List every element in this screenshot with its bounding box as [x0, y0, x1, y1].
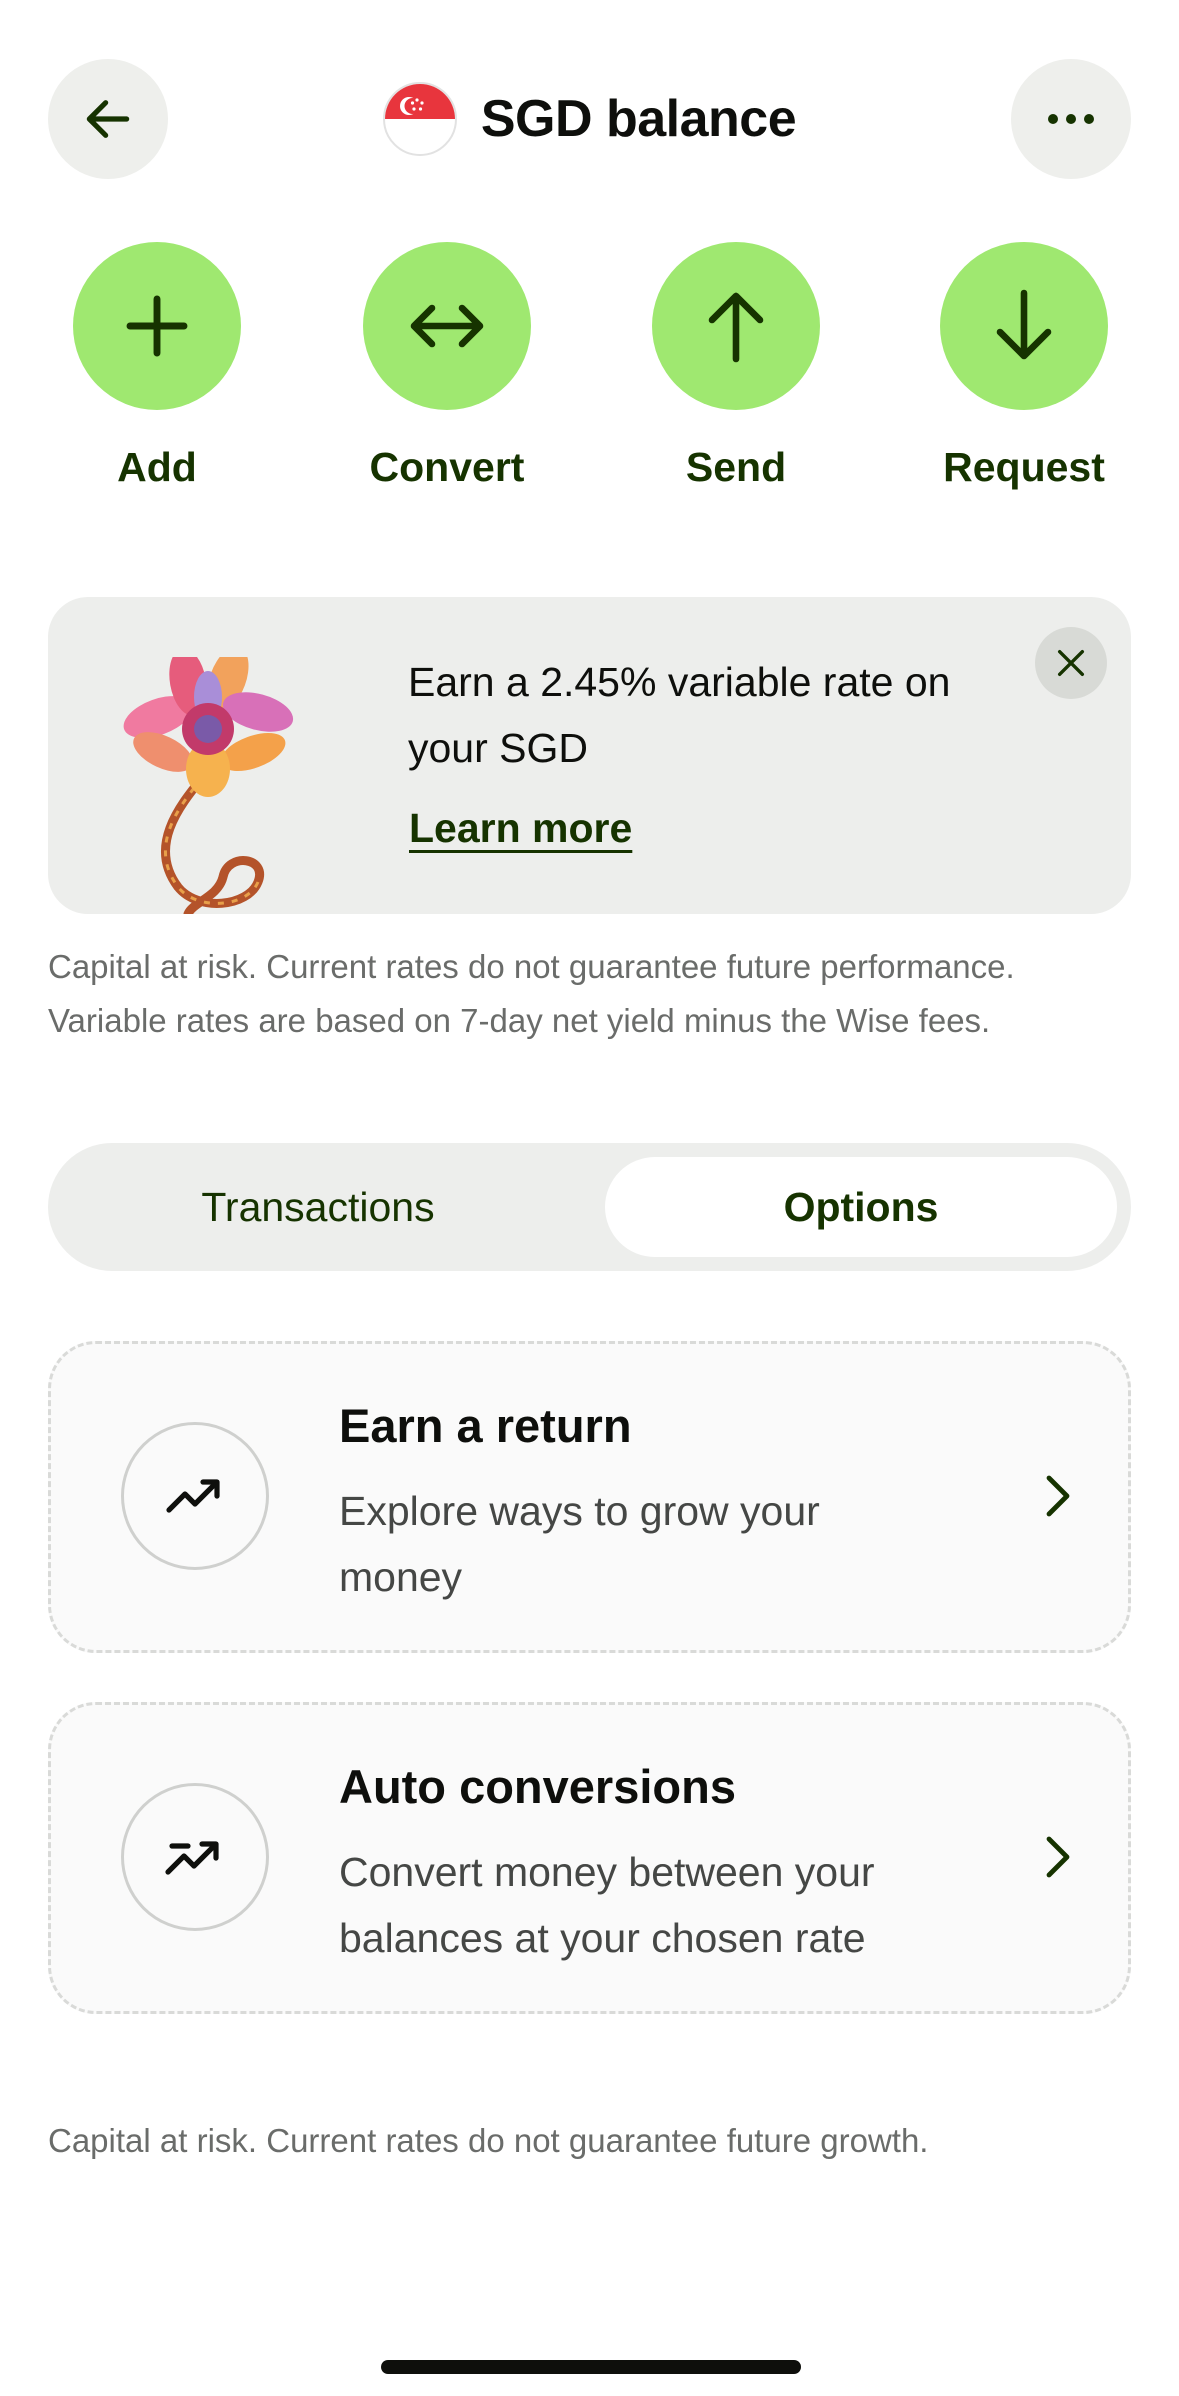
auto-conversions-icon-ring — [121, 1783, 269, 1931]
growth-disclaimer: Capital at risk. Current rates do not gu… — [48, 2122, 929, 2159]
add-action[interactable]: Add — [57, 242, 257, 491]
page-title: SGD balance — [480, 90, 797, 148]
auto-conversions-title: Auto conversions — [339, 1760, 736, 1813]
convert-action[interactable]: Convert — [347, 242, 547, 491]
auto-conversions-card[interactable]: Auto conversions Convert money between y… — [48, 1702, 1131, 2014]
add-label: Add — [117, 444, 197, 490]
rate-disclaimer: Capital at risk. Current rates do not gu… — [48, 948, 1015, 1039]
earn-return-title: Earn a return — [339, 1399, 632, 1452]
promo-card: Earn a 2.45% variable rate on your SGD L… — [48, 597, 1131, 914]
trending-up-icon — [166, 1479, 220, 1513]
arrows-horizontal-icon — [410, 304, 484, 348]
trending-up-target-icon — [165, 1841, 219, 1875]
convert-label: Convert — [369, 444, 525, 490]
send-label: Send — [685, 444, 787, 490]
convert-button[interactable] — [363, 242, 531, 410]
chevron-right-icon — [1038, 1466, 1078, 1526]
request-button[interactable] — [940, 242, 1108, 410]
home-indicator[interactable] — [381, 2360, 801, 2374]
auto-conversions-description: Convert money between your balances at y… — [339, 1849, 875, 1961]
tab-options[interactable]: Options — [605, 1157, 1117, 1257]
arrow-up-icon — [708, 292, 764, 363]
close-icon — [1057, 649, 1085, 677]
arrow-left-icon — [86, 100, 130, 138]
learn-more-link[interactable]: Learn more — [409, 805, 632, 852]
earn-return-icon-ring — [121, 1422, 269, 1570]
request-action[interactable]: Request — [924, 242, 1124, 491]
earn-return-card[interactable]: Earn a return Explore ways to grow your … — [48, 1341, 1131, 1653]
tab-switcher: Transactions Options — [48, 1143, 1131, 1271]
more-dots-icon — [1048, 114, 1094, 124]
back-button[interactable] — [48, 59, 168, 179]
top-bar: SGD balance — [48, 59, 1131, 179]
tab-transactions[interactable]: Transactions — [62, 1157, 574, 1257]
header-title-group: SGD balance — [48, 59, 1131, 179]
earn-return-description: Explore ways to grow your money — [339, 1488, 820, 1600]
arrow-down-icon — [996, 289, 1052, 360]
add-button[interactable] — [73, 242, 241, 410]
promo-text: Earn a 2.45% variable rate on your SGD — [408, 659, 951, 771]
send-button[interactable] — [652, 242, 820, 410]
plus-icon — [126, 295, 188, 357]
flower-illustration — [123, 657, 294, 914]
request-label: Request — [943, 444, 1105, 490]
singapore-flag-icon — [382, 82, 457, 156]
quick-actions: Add Convert Send Request — [48, 242, 1131, 502]
chevron-right-icon — [1038, 1827, 1078, 1887]
more-options-button[interactable] — [1011, 59, 1131, 179]
send-action[interactable]: Send — [636, 242, 836, 491]
promo-close-button[interactable] — [1035, 627, 1107, 699]
